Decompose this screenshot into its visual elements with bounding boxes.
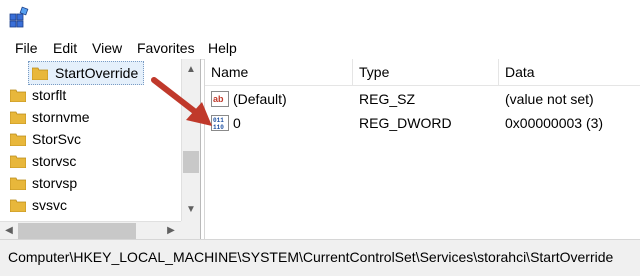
column-header-data[interactable]: Data (499, 59, 640, 85)
tree-item-label: storvsc (32, 153, 77, 169)
tree-item-label: StartOverride (55, 65, 139, 81)
tree-item-storvsp[interactable]: storvsp (10, 172, 175, 194)
list-row[interactable]: 011 110 0 REG_DWORD 0x00000003 (3) (205, 112, 640, 134)
value-type: REG_DWORD (359, 115, 452, 131)
folder-icon (10, 177, 26, 190)
tree-item-storvsc[interactable]: storvsc (10, 150, 175, 172)
folder-icon (32, 67, 48, 80)
tree-item-storsvc[interactable]: StorSvc (10, 128, 175, 150)
folder-icon (10, 155, 26, 168)
scroll-right-icon[interactable]: ▶ (166, 226, 176, 236)
scroll-left-icon[interactable]: ◀ (4, 226, 14, 236)
folder-icon (10, 111, 26, 124)
scroll-down-icon[interactable]: ▼ (186, 205, 196, 215)
column-header-name[interactable]: Name (205, 59, 353, 85)
folder-icon (10, 133, 26, 146)
string-value-icon: ab (211, 91, 229, 107)
column-header-type[interactable]: Type (353, 59, 499, 85)
tree-item-label: storflt (32, 87, 67, 103)
menu-file[interactable]: File (15, 39, 38, 57)
svg-text:ab: ab (213, 94, 224, 104)
svg-text:011: 011 (213, 117, 224, 124)
svg-text:110: 110 (213, 124, 224, 131)
scrollbar-thumb[interactable] (18, 223, 136, 239)
registry-tree: StartOverride storflt stornvme StorSvc s… (0, 59, 201, 239)
folder-icon (10, 199, 26, 212)
dword-value-icon: 011 110 (211, 115, 229, 131)
tree-item-storflt[interactable]: storflt (10, 84, 175, 106)
tree-item-label: svsvc (32, 197, 67, 213)
menu-edit[interactable]: Edit (53, 39, 77, 57)
value-data: 0x00000003 (3) (505, 115, 604, 131)
values-list: Name Type Data ab (Default) REG_SZ (valu… (204, 59, 640, 239)
value-name: 0 (233, 115, 241, 131)
menu-help[interactable]: Help (208, 39, 237, 57)
scrollbar-thumb[interactable] (183, 151, 199, 173)
menu-bar: File Edit View Favorites Help (0, 36, 640, 60)
tree-item-label: stornvme (32, 109, 90, 125)
value-name: (Default) (233, 91, 287, 107)
tree-item-label: StorSvc (32, 131, 82, 147)
registry-editor-icon (9, 6, 29, 28)
value-data: (value not set) (505, 91, 594, 107)
scrollbar-corner (181, 221, 200, 239)
tree-item-startoverride[interactable]: StartOverride (28, 61, 144, 85)
tree-item-svsvc[interactable]: svsvc (10, 194, 175, 216)
tree-item-label: storvsp (32, 175, 78, 191)
tree-item-stornvme[interactable]: stornvme (10, 106, 175, 128)
scroll-up-icon[interactable]: ▲ (186, 65, 196, 75)
tree-horizontal-scrollbar[interactable]: ◀ ▶ (0, 221, 200, 240)
menu-view[interactable]: View (92, 39, 122, 57)
title-bar (0, 0, 640, 36)
status-bar: Computer\HKEY_LOCAL_MACHINE\SYSTEM\Curre… (0, 239, 640, 276)
folder-icon (10, 89, 26, 102)
tree-vertical-scrollbar[interactable]: ▲ ▼ (181, 59, 200, 221)
registry-path: Computer\HKEY_LOCAL_MACHINE\SYSTEM\Curre… (8, 249, 614, 265)
menu-favorites[interactable]: Favorites (137, 39, 195, 57)
list-row[interactable]: ab (Default) REG_SZ (value not set) (205, 88, 640, 110)
value-type: REG_SZ (359, 91, 416, 107)
list-header: Name Type Data (205, 59, 640, 86)
